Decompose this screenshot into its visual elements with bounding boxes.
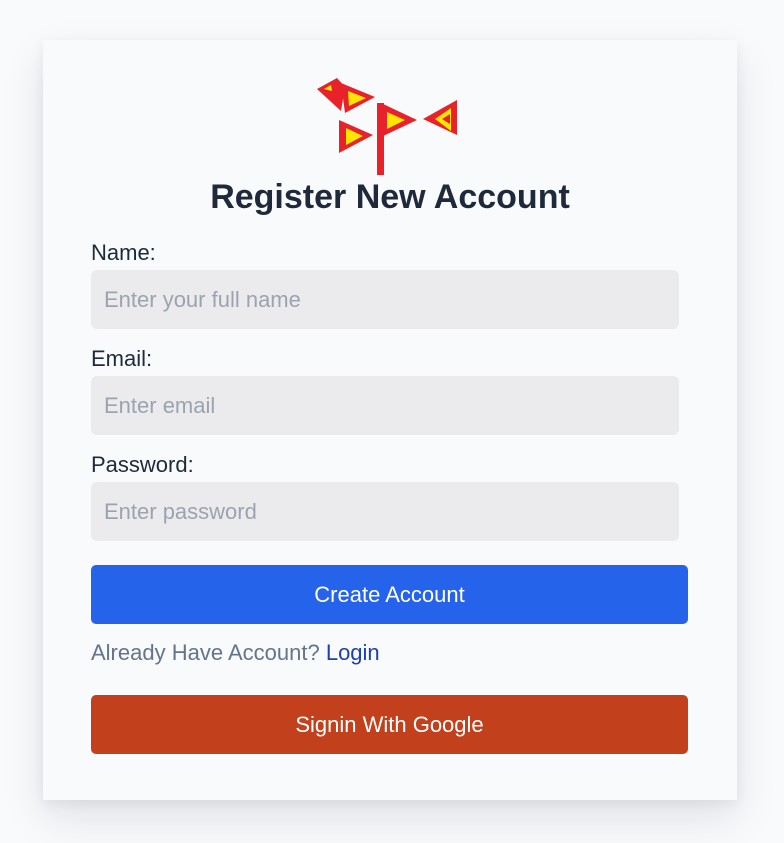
password-input[interactable]: [91, 482, 679, 541]
create-account-button[interactable]: Create Account: [91, 565, 688, 624]
email-label: Email:: [91, 346, 153, 371]
login-prompt-row: Already Have Account? Login: [91, 640, 380, 666]
register-card: Register New Account Name: Email: Passwo…: [43, 40, 737, 800]
name-input[interactable]: [91, 270, 679, 329]
bird-flags-logo-icon: [317, 78, 457, 175]
login-prompt-text: Already Have Account?: [91, 640, 320, 665]
email-input[interactable]: [91, 376, 679, 435]
password-label: Password:: [91, 452, 194, 477]
signin-with-google-button[interactable]: Signin With Google: [91, 695, 688, 754]
name-label: Name:: [91, 240, 156, 265]
page-title: Register New Account: [210, 178, 570, 216]
login-link[interactable]: Login: [326, 640, 380, 665]
